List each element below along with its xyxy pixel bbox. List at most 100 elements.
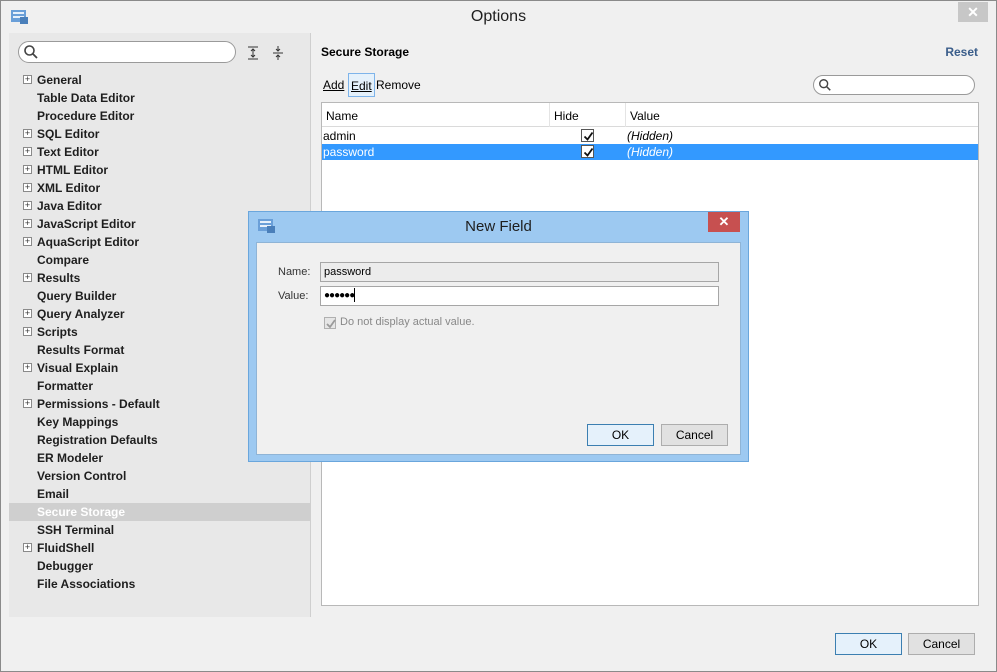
add-label: Add — [323, 78, 345, 92]
dialog-cancel-button[interactable]: Cancel — [661, 424, 728, 446]
table-row[interactable]: admin (Hidden) — [322, 128, 978, 144]
cell-value: (Hidden) — [627, 145, 674, 159]
tree-item-label: Visual Explain — [37, 361, 119, 375]
expand-icon[interactable]: + — [23, 147, 32, 156]
tree-item-label: XML Editor — [37, 181, 101, 195]
edit-label: Edit — [351, 79, 372, 93]
tree-item-label: Email — [37, 487, 70, 501]
window-title: Options — [470, 8, 527, 25]
name-label: Name: — [278, 266, 311, 278]
tree-item[interactable]: Secure Storage — [9, 503, 311, 521]
tree-item-label: General — [37, 73, 82, 87]
expand-icon[interactable]: + — [23, 165, 32, 174]
tree-item-label: SSH Terminal — [37, 523, 115, 537]
tree-item[interactable]: + XML Editor — [9, 179, 311, 197]
expand-icon[interactable]: + — [23, 183, 32, 192]
tree-item-label: SQL Editor — [37, 127, 100, 141]
reset-link[interactable]: Reset — [945, 45, 978, 59]
section-title: Secure Storage — [321, 45, 410, 59]
options-search-input[interactable] — [18, 41, 236, 63]
tree-item-label: JavaScript Editor — [37, 217, 136, 231]
expand-icon[interactable]: + — [23, 327, 32, 336]
tree-item[interactable]: + SQL Editor — [9, 125, 311, 143]
expand-icon[interactable]: + — [23, 309, 32, 318]
cell-name: admin — [323, 129, 356, 143]
collapse-all-icon[interactable] — [270, 45, 286, 61]
table-header: Name Hide Value — [322, 103, 978, 127]
tree-item-label: File Associations — [37, 577, 136, 591]
tree-item[interactable]: + FluidShell — [9, 539, 311, 557]
expand-icon[interactable]: + — [23, 363, 32, 372]
hide-checkbox[interactable] — [581, 145, 594, 158]
search-icon — [24, 45, 38, 59]
search-icon — [819, 79, 831, 91]
remove-button[interactable]: Remove — [374, 73, 423, 97]
tree-item[interactable]: File Associations — [9, 575, 311, 593]
value-password-field[interactable]: ●●●●●● — [320, 286, 719, 306]
checkmark-icon — [326, 319, 336, 329]
column-header-name[interactable]: Name — [322, 103, 550, 127]
dialog-close-button[interactable]: ✕ — [708, 212, 740, 232]
tree-item-label: Version Control — [37, 469, 127, 483]
dialog-body: Name: password Value: ●●●●●● Do not disp… — [256, 242, 741, 455]
expand-icon[interactable]: + — [23, 219, 32, 228]
tree-item[interactable]: Version Control — [9, 467, 311, 485]
dialog-title: New Field — [465, 218, 532, 235]
tree-item-label: Table Data Editor — [37, 91, 135, 105]
checkmark-icon — [583, 131, 594, 141]
cancel-button[interactable]: Cancel — [908, 633, 975, 655]
tree-item-label: Query Analyzer — [37, 307, 125, 321]
expand-icon[interactable]: + — [23, 273, 32, 282]
tree-item-label: ER Modeler — [37, 451, 104, 465]
tree-item[interactable]: + HTML Editor — [9, 161, 311, 179]
ok-button[interactable]: OK — [835, 633, 902, 655]
cell-value: (Hidden) — [627, 129, 674, 143]
tree-item-label: FluidShell — [37, 541, 95, 555]
tree-item-label: HTML Editor — [37, 163, 109, 177]
storage-filter-input[interactable] — [813, 75, 975, 95]
expand-icon[interactable]: + — [23, 237, 32, 246]
checkmark-icon — [583, 147, 594, 157]
hide-value-checkbox[interactable] — [324, 317, 336, 329]
tree-item-label: Secure Storage — [37, 505, 126, 519]
tree-item[interactable]: Debugger — [9, 557, 311, 575]
expand-icon[interactable]: + — [23, 129, 32, 138]
text-cursor — [354, 288, 356, 303]
tree-item-label: Java Editor — [37, 199, 102, 213]
masked-value: ●●●●●● — [324, 290, 355, 301]
hide-value-label: Do not display actual value. — [340, 316, 475, 328]
tree-item-label: AquaScript Editor — [37, 235, 140, 249]
tree-item-label: Results Format — [37, 343, 125, 357]
remove-label: Remove — [376, 78, 421, 92]
cell-name: password — [323, 145, 375, 159]
hide-checkbox[interactable] — [581, 129, 594, 142]
tree-item[interactable]: Procedure Editor — [9, 107, 311, 125]
value-label: Value: — [278, 290, 309, 302]
title-bar: Options ✕ — [1, 1, 996, 33]
tree-item[interactable]: Table Data Editor — [9, 89, 311, 107]
edit-button[interactable]: Edit — [348, 73, 375, 97]
tree-item[interactable]: + Text Editor — [9, 143, 311, 161]
tree-item-label: Query Builder — [37, 289, 117, 303]
expand-icon[interactable]: + — [23, 201, 32, 210]
add-button[interactable]: Add — [321, 73, 346, 97]
expand-icon[interactable]: + — [23, 399, 32, 408]
column-header-value[interactable]: Value — [626, 103, 978, 127]
tree-item-label: Scripts — [37, 325, 78, 339]
expand-all-icon[interactable] — [245, 45, 261, 61]
window-close-button[interactable]: ✕ — [958, 2, 988, 22]
tree-item-label: Formatter — [37, 379, 94, 393]
tree-item-label: Debugger — [37, 559, 94, 573]
dialog-ok-button[interactable]: OK — [587, 424, 654, 446]
tree-item-label: Compare — [37, 253, 90, 267]
tree-item-label: Registration Defaults — [37, 433, 158, 447]
expand-icon[interactable]: + — [23, 75, 32, 84]
expand-icon[interactable]: + — [23, 543, 32, 552]
table-row[interactable]: password (Hidden) — [322, 144, 978, 160]
column-header-hide[interactable]: Hide — [550, 103, 626, 127]
name-field[interactable]: password — [320, 262, 719, 282]
tree-item[interactable]: Email — [9, 485, 311, 503]
tree-item-label: Results — [37, 271, 81, 285]
tree-item[interactable]: SSH Terminal — [9, 521, 311, 539]
tree-item[interactable]: + General — [9, 71, 311, 89]
